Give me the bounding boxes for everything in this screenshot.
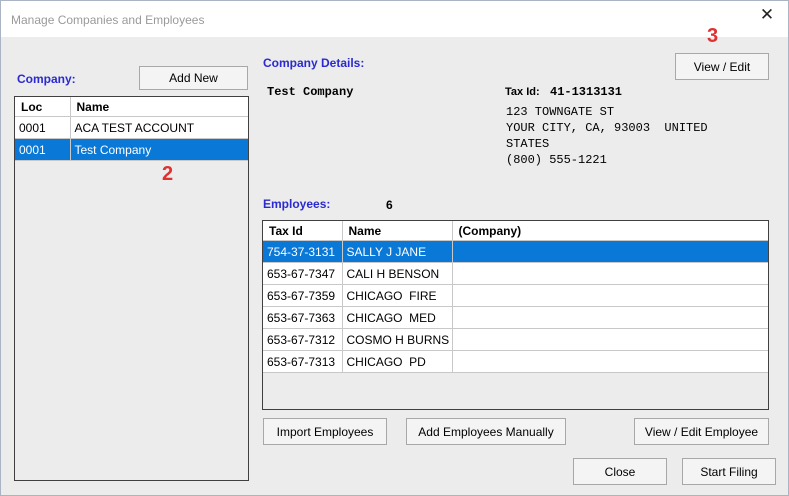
company-loc-cell[interactable]: 0001: [15, 116, 71, 139]
company-label: Company:: [17, 72, 76, 86]
employee-tax-id-cell[interactable]: 653-67-7313: [263, 350, 343, 373]
manage-companies-window: Manage Companies and Employees ✕ Company…: [0, 0, 789, 496]
company-row[interactable]: 0001 ACA TEST ACCOUNT: [15, 116, 248, 139]
window-title: Manage Companies and Employees: [11, 13, 205, 27]
employee-company-cell[interactable]: [452, 262, 768, 285]
employee-tax-id-cell[interactable]: 653-67-7359: [263, 284, 343, 307]
company-address-line1: 123 TOWNGATE ST: [506, 105, 615, 119]
close-button[interactable]: Close: [573, 458, 667, 485]
view-edit-employee-button[interactable]: View / Edit Employee: [634, 418, 769, 445]
company-name: Test Company: [267, 85, 354, 99]
column-header-name[interactable]: Name: [70, 97, 248, 117]
close-icon[interactable]: ✕: [754, 3, 780, 27]
employee-row[interactable]: 653-67-7359 CHICAGO FIRE: [263, 284, 768, 307]
column-header-loc[interactable]: Loc: [15, 97, 71, 117]
add-new-company-button[interactable]: Add New: [139, 66, 248, 90]
employees-label: Employees:: [263, 197, 331, 211]
column-header-tax-id[interactable]: Tax Id: [263, 221, 343, 241]
company-row-selected[interactable]: 0001 Test Company: [15, 138, 248, 161]
annotation-marker-2: 2: [162, 163, 174, 185]
column-header-company[interactable]: (Company): [452, 221, 768, 241]
company-loc-cell[interactable]: 0001: [15, 138, 71, 161]
employee-row-selected[interactable]: 754-37-3131 SALLY J JANE: [263, 240, 768, 263]
employee-row[interactable]: 653-67-7363 CHICAGO MED: [263, 306, 768, 329]
company-name-cell[interactable]: ACA TEST ACCOUNT: [70, 116, 248, 139]
employees-count: 6: [386, 198, 393, 212]
company-table: Loc Name 0001 ACA TEST ACCOUNT 0001 Test…: [15, 97, 248, 161]
company-address-line3: STATES: [506, 137, 550, 151]
view-edit-company-button[interactable]: View / Edit: [675, 53, 769, 80]
employee-name-cell[interactable]: CALI H BENSON: [342, 262, 453, 285]
employee-row[interactable]: 653-67-7312 COSMO H BURNS: [263, 328, 768, 351]
employee-company-cell[interactable]: [452, 350, 768, 373]
company-name-cell[interactable]: Test Company: [70, 138, 248, 161]
start-filing-button[interactable]: Start Filing: [682, 458, 776, 485]
annotation-marker-3: 3: [707, 25, 719, 47]
column-header-employee-name[interactable]: Name: [342, 221, 453, 241]
employees-header-row: Tax Id Name (Company): [263, 221, 768, 241]
employee-tax-id-cell[interactable]: 653-67-7363: [263, 306, 343, 329]
company-tax-id: 41-1313131: [550, 85, 623, 99]
add-employees-manually-button[interactable]: Add Employees Manually: [406, 418, 566, 445]
dialog-content: Company: Add New Loc Name 0001 ACA TEST …: [7, 25, 782, 489]
employee-row[interactable]: 653-67-7347 CALI H BENSON: [263, 262, 768, 285]
company-address-line2: YOUR CITY, CA, 93003 UNITED: [506, 121, 708, 135]
employee-name-cell[interactable]: CHICAGO FIRE: [342, 284, 453, 307]
employee-name-cell[interactable]: SALLY J JANE: [342, 240, 453, 263]
employee-tax-id-cell[interactable]: 653-67-7312: [263, 328, 343, 351]
company-details-label: Company Details:: [263, 56, 365, 70]
tax-id-label: Tax Id:: [505, 86, 540, 98]
employee-company-cell[interactable]: [452, 240, 768, 263]
employee-company-cell[interactable]: [452, 306, 768, 329]
employee-row[interactable]: 653-67-7313 CHICAGO PD: [263, 350, 768, 373]
company-grid: Loc Name 0001 ACA TEST ACCOUNT 0001 Test…: [14, 96, 249, 481]
employee-company-cell[interactable]: [452, 284, 768, 307]
employee-name-cell[interactable]: CHICAGO PD: [342, 350, 453, 373]
company-header-row: Loc Name: [15, 97, 248, 117]
employee-tax-id-cell[interactable]: 653-67-7347: [263, 262, 343, 285]
employee-tax-id-cell[interactable]: 754-37-3131: [263, 240, 343, 263]
import-employees-button[interactable]: Import Employees: [263, 418, 387, 445]
employee-name-cell[interactable]: COSMO H BURNS: [342, 328, 453, 351]
title-bar: Manage Companies and Employees ✕: [1, 1, 788, 37]
employees-table: Tax Id Name (Company) 754-37-3131 SALLY …: [263, 221, 768, 373]
employees-grid: Tax Id Name (Company) 754-37-3131 SALLY …: [262, 220, 769, 410]
employee-name-cell[interactable]: CHICAGO MED: [342, 306, 453, 329]
employee-company-cell[interactable]: [452, 328, 768, 351]
company-phone: (800) 555-1221: [506, 153, 607, 167]
